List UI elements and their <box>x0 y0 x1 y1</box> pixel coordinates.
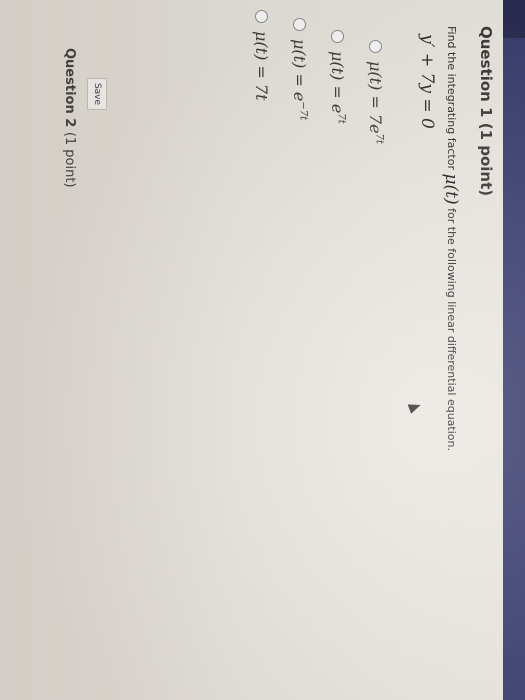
prompt-text-after: for the following linear differential eq… <box>445 208 458 451</box>
prompt-text-before: Find the integrating factor <box>445 26 458 170</box>
quiz-page: Question 1 (1 point) Find the integratin… <box>0 0 525 700</box>
question-1-title: Question 1 (1 point) <box>477 26 495 196</box>
answer-option-1[interactable]: μ(t) = 7e7t <box>357 40 395 144</box>
radio-icon[interactable] <box>293 18 307 31</box>
mouse-cursor-icon <box>407 400 423 414</box>
answer-option-text: μ(t) = 7t <box>252 31 272 101</box>
answer-option-4[interactable]: μ(t) = 7t <box>243 10 281 144</box>
top-bar-edge <box>503 0 525 38</box>
question-2-title: Question 2 (1 point) <box>62 48 77 188</box>
answer-option-text: μ(t) = 7e7t <box>366 61 386 144</box>
question-1-prompt: Find the integrating factor μ(t) for the… <box>441 26 461 451</box>
question-1-label: Question 1 <box>477 26 495 118</box>
question-2-label: Question 2 <box>62 48 77 128</box>
answer-options: μ(t) = 7e7t μ(t) = e7t μ(t) = e−7t μ(t) … <box>243 10 395 144</box>
radio-icon[interactable] <box>369 40 383 53</box>
question-2-points: (1 point) <box>62 131 77 188</box>
differential-equation: y′ + 7y = 0 <box>417 34 437 129</box>
answer-option-text: μ(t) = e7t <box>328 51 348 124</box>
answer-option-text: μ(t) = e−7t <box>290 39 310 121</box>
prompt-mu: μ(t) <box>441 173 461 205</box>
answer-option-2[interactable]: μ(t) = e7t <box>319 30 357 144</box>
question-1-points: (1 point) <box>477 122 495 197</box>
radio-icon[interactable] <box>255 10 269 23</box>
answer-option-3[interactable]: μ(t) = e−7t <box>281 18 319 144</box>
save-button[interactable]: Save <box>87 78 107 110</box>
top-bar <box>503 0 525 700</box>
radio-icon[interactable] <box>331 30 345 43</box>
